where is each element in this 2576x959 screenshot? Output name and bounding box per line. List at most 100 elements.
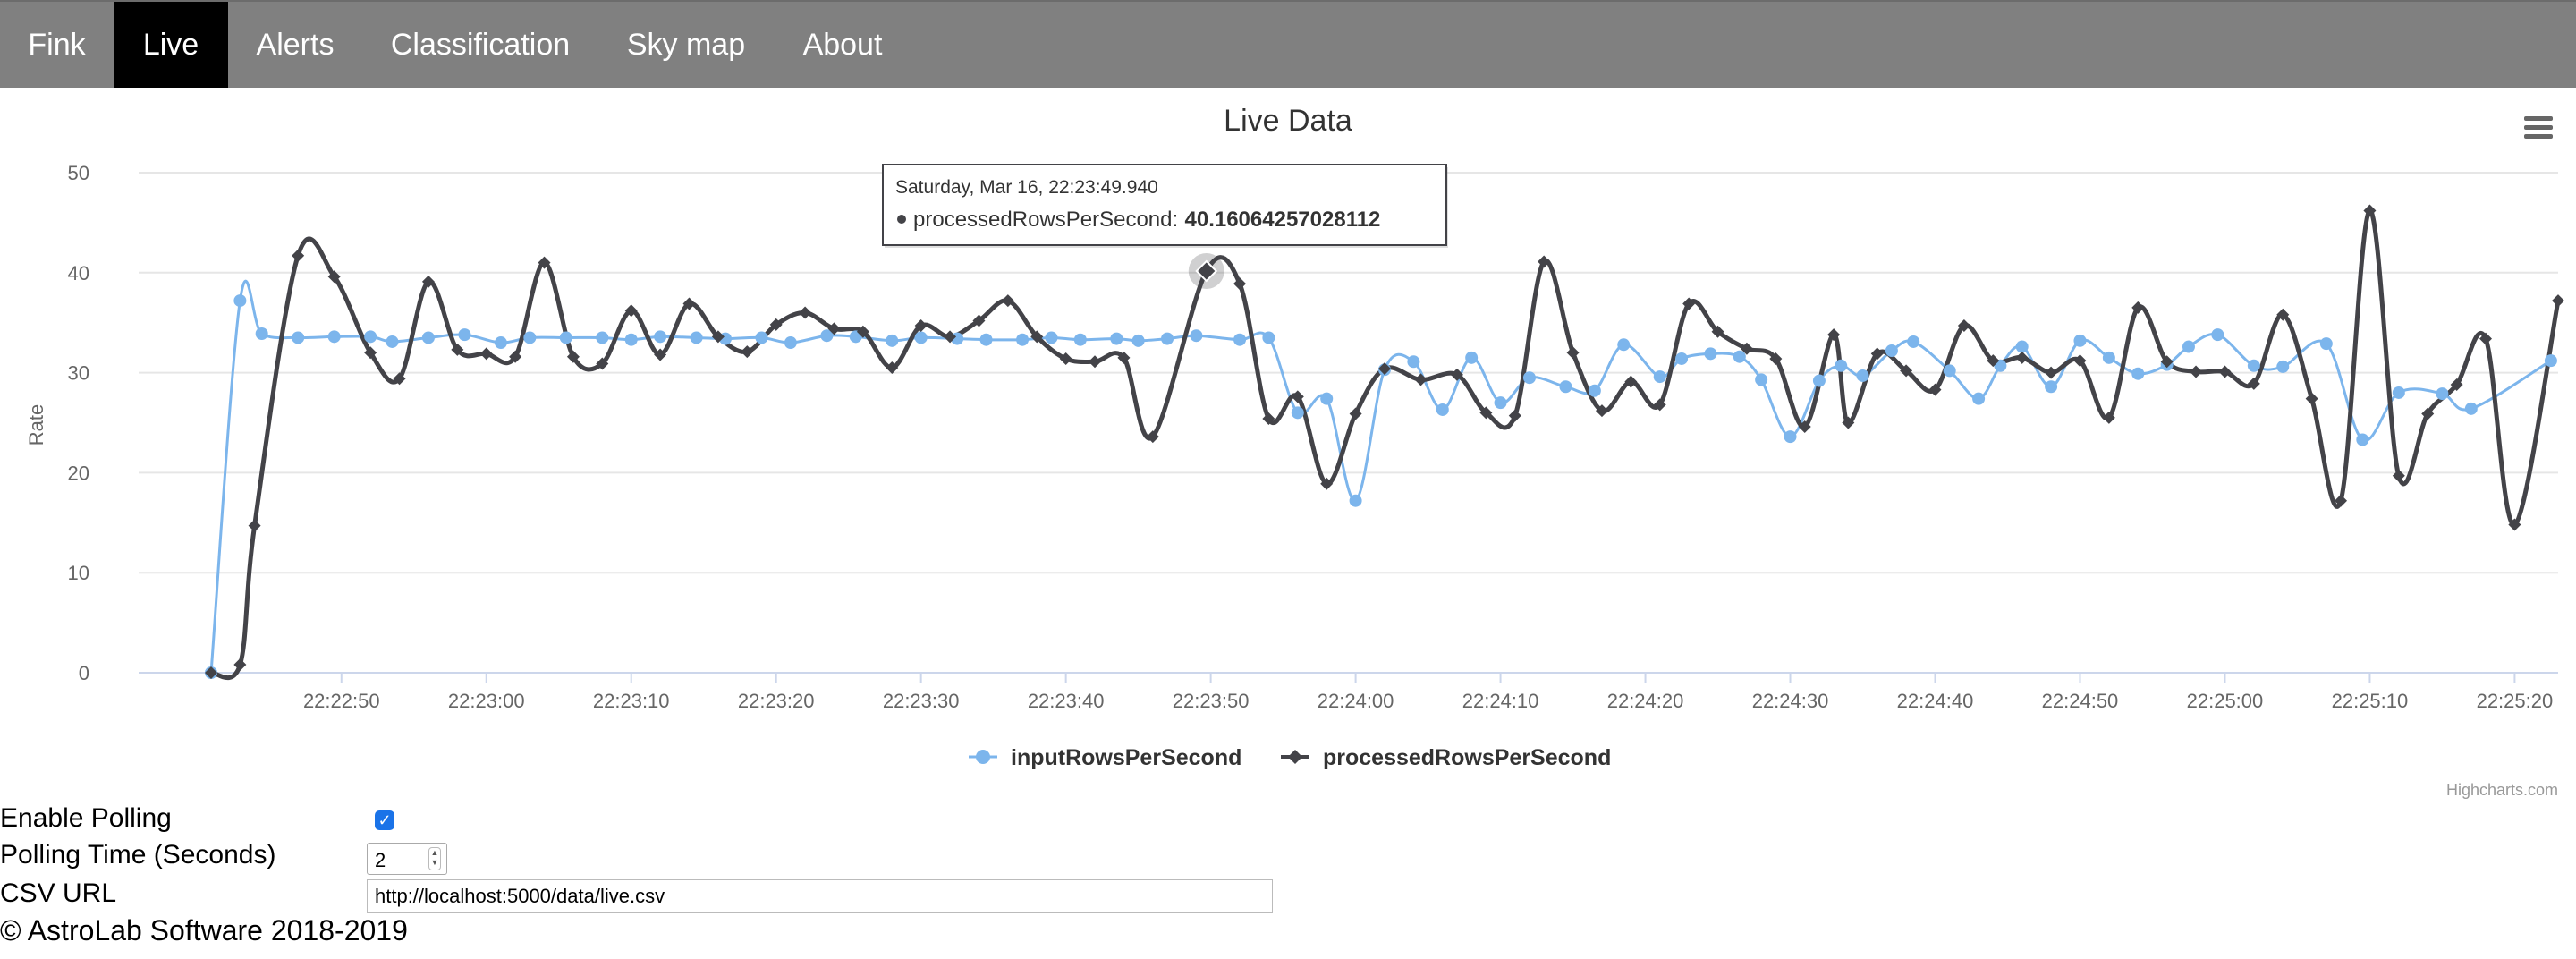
tooltip-series-dot [897,215,906,224]
data-point-processedRowsPerSecond [2045,366,2058,379]
data-point-inputRowsPerSecond [1885,344,1898,358]
data-point-inputRowsPerSecond [2356,433,2369,446]
data-point-inputRowsPerSecond [1704,347,1717,361]
x-tick-label: 22:24:00 [1318,690,1394,712]
data-point-inputRowsPerSecond [596,331,609,344]
x-tick-label: 22:25:10 [2332,690,2409,712]
x-tick-label: 22:23:00 [448,690,525,712]
data-point-inputRowsPerSecond [2102,351,2115,364]
data-point-processedRowsPerSecond [479,347,493,361]
data-point-inputRowsPerSecond [1233,333,1247,346]
data-point-inputRowsPerSecond [2436,387,2449,401]
tooltip-date: Saturday, Mar 16, 22:23:49.940 [895,177,1158,198]
data-point-processedRowsPerSecond [1566,346,1580,360]
polling-time-input[interactable]: 2 ▲ ▼ [367,843,447,875]
data-point-inputRowsPerSecond [784,336,797,350]
data-point-processedRowsPerSecond [2392,469,2405,482]
data-point-processedRowsPerSecond [799,306,812,319]
data-point-inputRowsPerSecond [1436,403,1449,416]
x-tick-label: 22:23:50 [1173,690,1250,712]
footer-copyright: © AstroLab Software 2018-2019 [0,914,408,946]
data-point-inputRowsPerSecond [1972,392,1986,405]
data-point-inputRowsPerSecond [1262,331,1275,344]
data-point-inputRowsPerSecond [1016,333,1030,346]
data-point-inputRowsPerSecond [1465,351,1479,364]
nav-item-sky-map[interactable]: Sky map [598,2,774,88]
nav-item-about[interactable]: About [774,2,911,88]
data-point-inputRowsPerSecond [1617,338,1631,352]
data-point-inputRowsPerSecond [364,330,377,344]
data-point-inputRowsPerSecond [2073,334,2087,347]
data-point-inputRowsPerSecond [886,334,899,347]
data-point-inputRowsPerSecond [2464,402,2478,415]
csv-url-label: CSV URL [0,878,117,908]
x-tick-label: 22:25:00 [2187,690,2264,712]
chart-context-menu-button[interactable] [2519,111,2558,147]
data-point-inputRowsPerSecond [1073,333,1087,346]
y-axis-title: Rate [25,404,47,446]
data-point-processedRowsPerSecond [2552,294,2564,308]
y-tick-label: 10 [68,562,89,584]
csv-url-input[interactable] [367,879,1273,913]
data-point-processedRowsPerSecond [292,249,305,262]
data-point-processedRowsPerSecond [248,519,261,532]
legend-label: processedRowsPerSecond [1323,745,1611,770]
chart-credits[interactable]: Highcharts.com [2446,781,2558,799]
data-point-inputRowsPerSecond [1755,373,1768,386]
data-point-inputRowsPerSecond [1161,332,1174,345]
data-point-inputRowsPerSecond [2015,340,2029,353]
data-point-inputRowsPerSecond [2131,367,2145,380]
data-point-inputRowsPerSecond [2247,359,2260,372]
x-tick-label: 22:23:10 [593,690,670,712]
data-point-inputRowsPerSecond [1784,430,1797,444]
x-tick-label: 22:24:50 [2042,690,2119,712]
y-tick-label: 40 [68,262,89,284]
legend-circle-marker [976,750,990,764]
chart-legend: inputRowsPerSecond processedRowsPerSecond [969,745,1611,770]
data-point-inputRowsPerSecond [421,331,435,344]
enable-polling-checkbox[interactable]: ✓ [375,810,394,830]
top-navbar: Fink Live Alerts Classification Sky map … [0,0,2576,88]
data-point-inputRowsPerSecond [2211,328,2224,342]
x-tick-label: 22:24:40 [1897,690,1974,712]
x-tick-label: 22:25:20 [2477,690,2554,712]
nav-item-fink[interactable]: Fink [0,2,114,88]
data-point-processedRowsPerSecond [1089,355,1102,369]
x-tick-label: 22:24:10 [1462,690,1539,712]
y-tick-label: 30 [68,362,89,385]
y-tick-label: 50 [68,162,89,184]
y-tick-label: 20 [68,462,89,484]
data-point-inputRowsPerSecond [654,330,667,344]
data-point-processedRowsPerSecond [2305,392,2318,405]
data-point-inputRowsPerSecond [233,294,247,308]
data-point-inputRowsPerSecond [1407,355,1420,369]
data-point-inputRowsPerSecond [386,335,399,348]
x-tick-label: 22:23:40 [1028,690,1105,712]
x-tick-label: 22:23:30 [883,690,960,712]
x-tick-label: 22:23:20 [738,690,815,712]
data-point-inputRowsPerSecond [292,331,305,344]
spinner-arrows-icon[interactable]: ▲ ▼ [428,847,441,870]
data-point-inputRowsPerSecond [2392,386,2405,399]
legend-item-processedRowsPerSecond[interactable]: processedRowsPerSecond [1281,745,1611,770]
data-point-inputRowsPerSecond [1588,384,1601,397]
nav-item-live[interactable]: Live [114,2,228,88]
data-point-inputRowsPerSecond [1494,396,1507,410]
legend-item-inputRowsPerSecond[interactable]: inputRowsPerSecond [969,745,1241,770]
data-point-inputRowsPerSecond [2276,360,2290,373]
data-point-inputRowsPerSecond [1349,494,1362,507]
series-line-processedRowsPerSecond [210,208,2561,681]
data-point-inputRowsPerSecond [1131,334,1145,347]
data-point-inputRowsPerSecond [2182,340,2195,353]
x-tick-label: 22:22:50 [303,690,380,712]
data-point-inputRowsPerSecond [1812,374,1826,387]
x-tick-label: 22:24:30 [1752,690,1829,712]
data-point-inputRowsPerSecond [979,333,993,346]
data-point-inputRowsPerSecond [1733,350,1746,363]
nav-item-alerts[interactable]: Alerts [228,2,362,88]
nav-item-classification[interactable]: Classification [362,2,598,88]
x-tick-label: 22:24:20 [1607,690,1684,712]
data-point-inputRowsPerSecond [1291,406,1304,420]
data-point-inputRowsPerSecond [690,331,703,344]
data-point-processedRowsPerSecond [233,658,247,672]
